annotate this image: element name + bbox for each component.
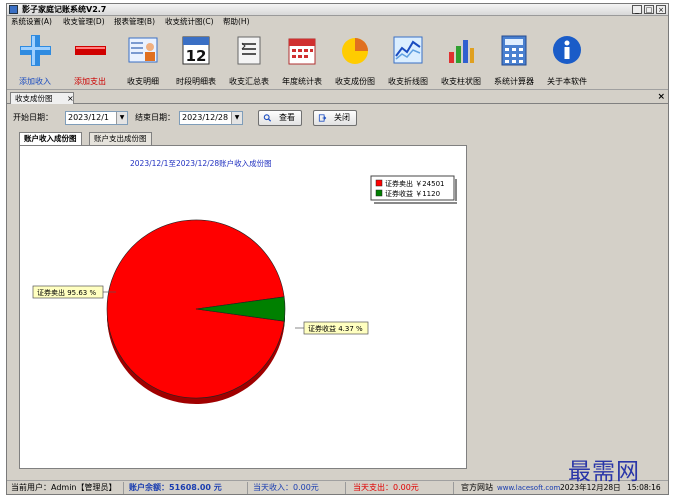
official-site-label: 官方网站 [461,483,493,492]
menu-finance-management[interactable]: 收支管理(D) [63,16,105,27]
about-button[interactable]: 关于本软件 [541,32,593,88]
current-user: 当前用户：Admin【管理员】 [11,483,117,492]
info-icon [553,36,581,64]
search-icon [263,114,272,122]
add-income-label: 添加收入 [19,77,51,86]
maximize-button[interactable]: □ [644,5,654,14]
chevron-down-icon[interactable]: ▼ [231,112,242,124]
period-detail-label: 时段明细表 [176,77,216,86]
summary-table-label: 收支汇总表 [229,77,269,86]
pie-slices [106,219,286,404]
close-button[interactable]: 关闭 [313,110,357,126]
tab-close-icon[interactable]: × [67,93,74,104]
start-date-select[interactable]: 2023/12/1 ▼ [65,111,128,125]
legend-text-sale: 证券卖出 ￥24501 [385,179,445,188]
pie-chart-icon [342,38,368,64]
status-divider [345,482,346,494]
period-detail-button[interactable]: 12 时段明细表 [170,32,222,88]
calendar-day-text: 12 [186,47,207,65]
about-label: 关于本软件 [547,77,587,86]
add-income-button[interactable]: 添加收入 [9,32,61,88]
document-tab-strip: 收支成份图 × × [7,91,668,104]
end-date-select[interactable]: 2023/12/28 ▼ [179,111,243,125]
legend-swatch-gain [375,189,383,197]
toolbar: 添加收入 添加支出 收支明细 12 时段明细表 收支汇总表 年度统计表 收支成份… [7,27,668,90]
line-chart-icon [393,36,423,64]
legend-text-gain: 证券收益 ￥1120 [385,189,440,198]
slice-label-sale-text: 证券卖出 95.63 % [37,288,96,297]
slice-label-sale: 证券卖出 95.63 % [32,285,116,299]
menu-report-management[interactable]: 报表管理(B) [114,16,155,27]
composition-chart-label: 收支成份图 [335,77,375,86]
status-divider [247,482,248,494]
start-date-label: 开始日期： [13,113,53,122]
line-chart-label: 收支折线图 [388,77,428,86]
chart-subtabs: 账户收入成份图 账户支出成份图 [19,132,469,146]
person-card-icon [128,37,158,63]
list-document-icon [237,36,261,65]
query-button[interactable]: 查看 [258,110,302,126]
app-logo-icon [9,5,18,14]
query-label: 查看 [279,113,295,122]
window-title: 影子家庭记账系统V2.7 [22,5,107,14]
status-divider [453,482,454,494]
minimize-button[interactable]: _ [632,5,642,14]
account-balance: 账户余额：51608.00 元 [129,483,222,492]
minus-icon [75,46,106,55]
chart-title: 2023/12/1至2023/12/28账户收入成份图 [130,158,272,168]
app-window: 影子家庭记账系统V2.7 _ □ × 系统设置(A) 收支管理(D) 报表管理(… [6,3,669,495]
calculator-icon [501,35,527,66]
bar-chart-label: 收支柱状图 [441,77,481,86]
add-expense-button[interactable]: 添加支出 [64,32,116,88]
line-chart-button[interactable]: 收支折线图 [382,32,434,88]
today-income: 当天收入：0.00元 [253,483,319,492]
finance-details-button[interactable]: 收支明细 [117,32,169,88]
calculator-button[interactable]: 系统计算器 [488,32,540,88]
today-expense: 当天支出：0.00元 [353,483,419,492]
bar-chart-button[interactable]: 收支柱状图 [435,32,487,88]
tab-income-composition[interactable]: 账户收入成份图 [19,132,82,146]
status-divider [123,482,124,494]
bar-chart-icon [449,40,474,63]
close-label: 关闭 [334,113,350,122]
menu-help[interactable]: 帮助(H) [223,16,250,27]
chevron-down-icon[interactable]: ▼ [116,112,127,124]
menu-bar: 系统设置(A) 收支管理(D) 报表管理(B) 收支统计图(C) 帮助(H) [7,16,668,27]
tab-label: 收支成份图 [15,94,53,103]
watermark-logo: 最需网 [568,459,640,485]
menu-system-settings[interactable]: 系统设置(A) [11,16,52,27]
end-date-value: 2023/12/28 [182,113,229,122]
chart-legend: 证券卖出 ￥24501 证券收益 ￥1120 [370,175,457,204]
year-calendar-icon [288,38,316,65]
end-date-label: 结束日期： [135,113,175,122]
slice-label-gain-text: 证券收益 4.37 % [308,324,363,333]
title-bar: 影子家庭记账系统V2.7 _ □ × [7,4,668,16]
exit-icon [318,114,327,122]
chart-area: 2023/12/1至2023/12/28账户收入成份图 证券卖出 ￥24501 … [19,145,467,469]
tab-composition-chart[interactable]: 收支成份图 × [10,92,74,104]
official-site-link[interactable]: www.lacesoft.com [497,481,560,495]
menu-statistics-charts[interactable]: 收支统计图(C) [165,16,214,27]
close-window-button[interactable]: × [656,5,666,14]
start-date-value: 2023/12/1 [68,113,110,122]
calendar-icon: 12 [182,36,210,65]
finance-details-label: 收支明细 [127,77,159,86]
annual-stats-label: 年度统计表 [282,77,322,86]
slice-label-gain: 证券收益 4.37 % [295,321,369,335]
add-expense-label: 添加支出 [74,77,106,86]
panel-close-icon[interactable]: × [657,91,665,103]
filter-bar: 开始日期： 2023/12/1 ▼ 结束日期： 2023/12/28 ▼ 查看 … [7,106,668,130]
pie-chart: 2023/12/1至2023/12/28账户收入成份图 证券卖出 ￥24501 … [32,158,457,404]
plus-icon [20,35,51,66]
calculator-label: 系统计算器 [494,77,534,86]
composition-chart-button[interactable]: 收支成份图 [329,32,381,88]
tab-expense-composition[interactable]: 账户支出成份图 [89,132,152,145]
summary-table-button[interactable]: 收支汇总表 [223,32,275,88]
legend-swatch-sale [375,179,383,187]
annual-stats-button[interactable]: 年度统计表 [276,32,328,88]
